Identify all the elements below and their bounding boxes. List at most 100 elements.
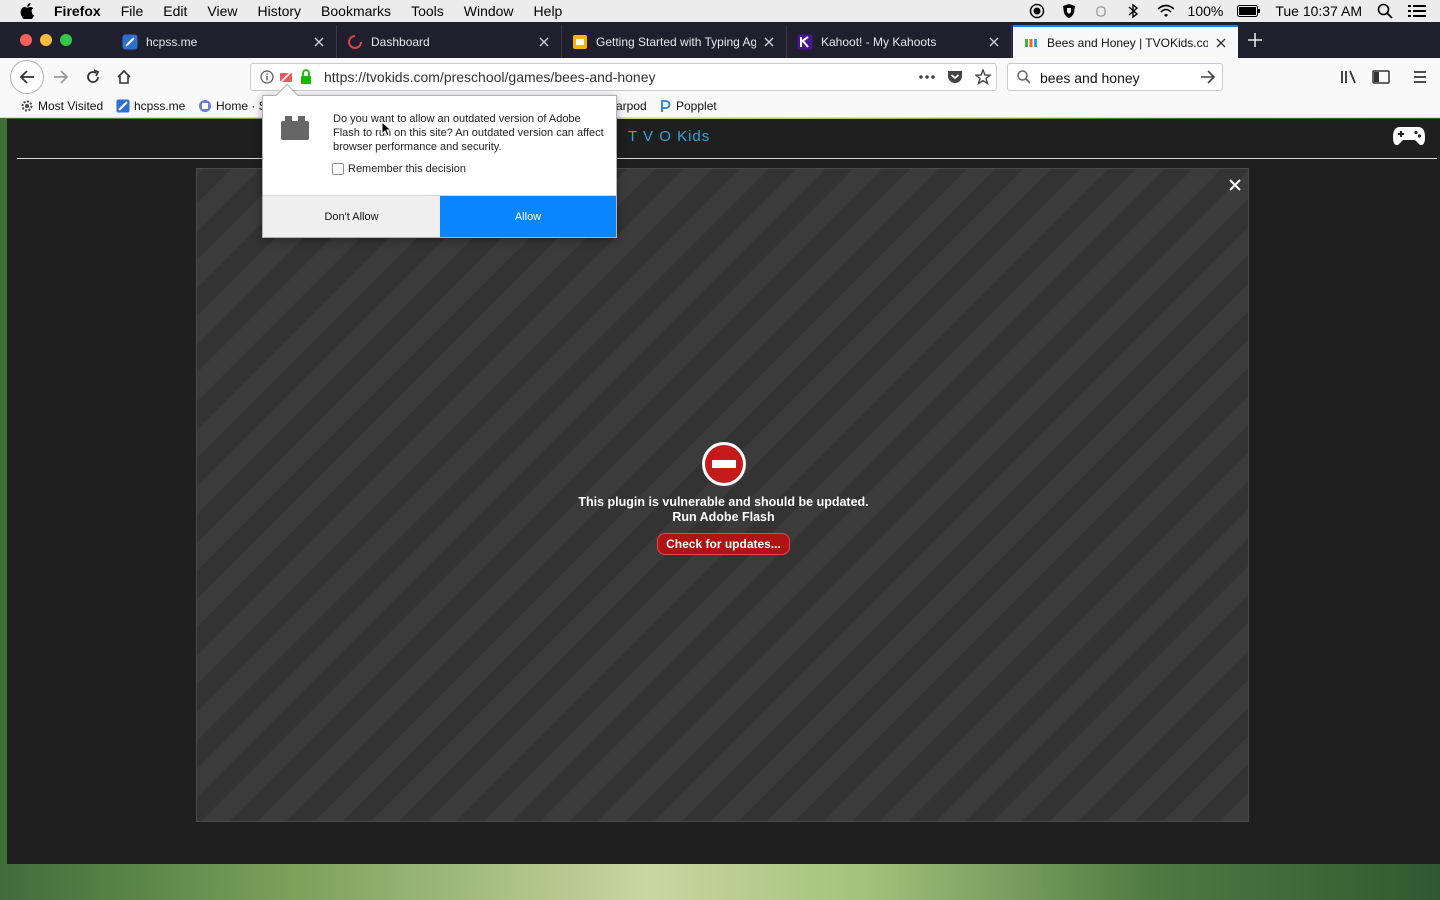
menu-history[interactable]: History xyxy=(257,3,301,19)
tvokids-favicon-icon xyxy=(1023,35,1039,51)
bookmark-home[interactable]: Home · S xyxy=(198,99,267,113)
window-controls xyxy=(20,34,72,46)
bookmark-label: Popplet xyxy=(676,99,717,113)
popup-message: Do you want to allow an outdated version… xyxy=(333,113,604,153)
flash-permission-popup: Do you want to allow an outdated version… xyxy=(262,83,617,238)
info-icon[interactable] xyxy=(260,70,274,87)
tab-label: Dashboard xyxy=(371,34,430,49)
kahoot-favicon-icon xyxy=(797,34,813,50)
lock-icon[interactable] xyxy=(299,69,313,88)
search-go-arrow-icon[interactable] xyxy=(1200,70,1216,87)
tab-hcpss[interactable]: hcpss.me xyxy=(112,25,337,58)
gear-icon xyxy=(20,99,34,113)
menu-tools[interactable]: Tools xyxy=(411,3,444,19)
plugin-vulnerable-text: This plugin is vulnerable and should be … xyxy=(578,495,869,509)
allow-button[interactable]: Allow xyxy=(440,196,616,237)
remember-decision[interactable]: Remember this decision xyxy=(332,163,466,175)
run-flash-link[interactable]: Run Adobe Flash xyxy=(197,510,1250,525)
close-tab-icon[interactable] xyxy=(987,35,1001,49)
slides-favicon-icon xyxy=(572,34,588,50)
clock[interactable]: Tue 10:37 AM xyxy=(1275,3,1362,19)
mouse-cursor-icon xyxy=(381,120,393,140)
close-tab-icon[interactable] xyxy=(312,35,326,49)
plugin-warning: This plugin is vulnerable and should be … xyxy=(197,441,1250,555)
bookmark-label: hcpss.me xyxy=(134,99,186,113)
flash-player-area[interactable]: This plugin is vulnerable and should be … xyxy=(196,168,1249,822)
menu-window[interactable]: Window xyxy=(464,3,514,19)
desktop-wallpaper xyxy=(0,864,1440,900)
popplet-icon xyxy=(658,99,672,113)
navigation-toolbar: https://tvokids.com/preschool/games/bees… xyxy=(0,58,1440,96)
search-value: bees and honey xyxy=(1040,70,1140,86)
page-content: T V O Kids This plugin is vulnerable and… xyxy=(7,119,1440,864)
page-actions-icon[interactable] xyxy=(918,70,936,87)
hcpss-favicon-icon xyxy=(122,34,138,50)
bookmark-hcpss[interactable]: hcpss.me xyxy=(116,99,185,113)
bookmark-label: arpod xyxy=(616,99,647,113)
bookmark-most-visited[interactable]: Most Visited xyxy=(20,99,103,113)
hamburger-menu-icon[interactable] xyxy=(1409,67,1431,87)
remember-label[interactable]: Remember this decision xyxy=(348,163,466,175)
gamepad-icon[interactable] xyxy=(1392,125,1426,150)
tab-dashboard[interactable]: Dashboard xyxy=(337,25,562,58)
spotlight-search-icon[interactable] xyxy=(1376,3,1394,19)
menu-file[interactable]: File xyxy=(121,3,144,19)
hcpss-favicon-icon xyxy=(116,99,130,113)
bookmark-star-icon[interactable] xyxy=(974,68,992,88)
close-icon[interactable] xyxy=(1224,174,1246,196)
tab-kahoot[interactable]: Kahoot! - My Kahoots xyxy=(787,25,1012,58)
menu-edit[interactable]: Edit xyxy=(163,3,187,19)
battery-icon[interactable] xyxy=(1237,3,1261,19)
tab-label: hcpss.me xyxy=(146,34,198,49)
library-icon[interactable] xyxy=(1338,67,1360,87)
apple-icon[interactable] xyxy=(20,3,38,19)
tab-getting-started[interactable]: Getting Started with Typing Ag xyxy=(562,25,787,58)
bookmarks-toolbar: Most Visited hcpss.me Home · S arpod Pop… xyxy=(0,96,1440,118)
forward-button[interactable] xyxy=(50,66,72,88)
wifi-icon[interactable] xyxy=(1156,3,1174,19)
tab-label: Bees and Honey | TVOKids.com xyxy=(1047,35,1208,50)
minimize-window-button[interactable] xyxy=(40,34,52,46)
tab-label: Kahoot! - My Kahoots xyxy=(821,34,937,49)
reload-button[interactable] xyxy=(82,66,104,88)
macos-menu-bar: Firefox File Edit View History Bookmarks… xyxy=(0,0,1440,22)
bookmark-label: Most Visited xyxy=(38,99,104,113)
plugin-brick-icon xyxy=(280,112,310,145)
check-for-updates-button[interactable]: Check for updates... xyxy=(657,533,790,555)
bookmark-nearpod[interactable]: arpod xyxy=(616,99,647,113)
close-window-button[interactable] xyxy=(20,34,32,46)
url-text[interactable]: https://tvokids.com/preschool/games/bees… xyxy=(324,69,656,85)
home-button[interactable] xyxy=(113,66,135,88)
new-tab-button[interactable] xyxy=(1243,29,1267,51)
back-button[interactable] xyxy=(10,60,44,94)
close-tab-icon[interactable] xyxy=(537,35,551,49)
sidebar-toggle-icon[interactable] xyxy=(1370,67,1392,87)
menu-app-firefox[interactable]: Firefox xyxy=(54,3,101,19)
site-logo[interactable]: T V O Kids xyxy=(628,128,710,145)
remember-checkbox[interactable] xyxy=(332,163,344,175)
notification-center-icon[interactable] xyxy=(1408,3,1426,19)
bookmark-popplet[interactable]: Popplet xyxy=(658,99,717,113)
status-area: 100% Tue 10:37 AM xyxy=(1028,3,1440,19)
nav-divider xyxy=(17,158,1437,159)
zoom-window-button[interactable] xyxy=(60,34,72,46)
hand-icon[interactable] xyxy=(1092,3,1110,19)
tab-bees-and-honey[interactable]: Bees and Honey | TVOKids.com xyxy=(1013,25,1238,58)
tab-strip: hcpss.me Dashboard Getting Started with … xyxy=(0,22,1440,58)
close-tab-icon[interactable] xyxy=(1214,36,1228,50)
blocked-plugin-icon xyxy=(701,441,747,487)
dont-allow-button[interactable]: Don't Allow xyxy=(263,196,440,237)
menu-help[interactable]: Help xyxy=(534,3,563,19)
menu-view[interactable]: View xyxy=(207,3,237,19)
bookmark-label: Home · S xyxy=(216,99,267,113)
pocket-icon[interactable] xyxy=(947,69,963,88)
menu-bookmarks[interactable]: Bookmarks xyxy=(321,3,391,19)
globe-icon xyxy=(198,99,212,113)
search-input[interactable]: bees and honey xyxy=(1007,63,1223,91)
bluetooth-icon[interactable] xyxy=(1124,3,1142,19)
record-icon[interactable] xyxy=(1028,3,1046,19)
close-tab-icon[interactable] xyxy=(762,35,776,49)
battery-percent: 100% xyxy=(1187,3,1224,19)
shield-icon[interactable] xyxy=(1060,3,1078,19)
url-bar[interactable]: https://tvokids.com/preschool/games/bees… xyxy=(250,63,997,91)
